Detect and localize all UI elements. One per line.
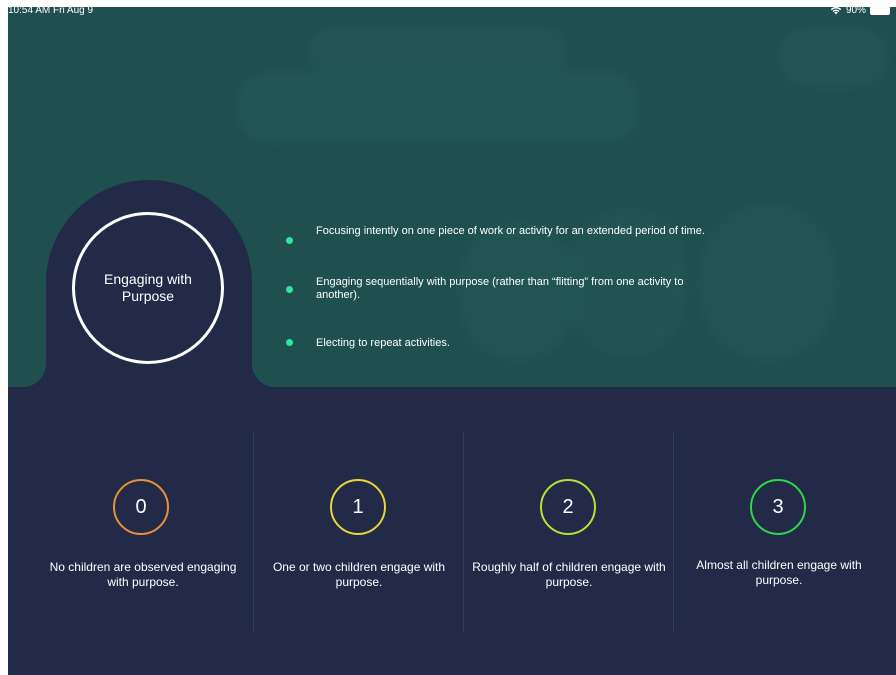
rating-score-circle[interactable]: 2: [540, 479, 596, 535]
rating-score-circle[interactable]: 3: [750, 479, 806, 535]
rating-description: Roughly half of children engage with pur…: [472, 560, 666, 589]
background-blur-shape: [778, 27, 888, 87]
rating-option-3[interactable]: 3 Almost all children engage with purpos…: [673, 432, 884, 632]
criteria-item: Engaging sequentially with purpose (rath…: [286, 276, 706, 302]
criteria-item: Electing to repeat activities.: [286, 337, 450, 350]
rating-description: Almost all children engage with purpose.: [696, 558, 862, 587]
bullet-icon: [286, 286, 293, 293]
tab-corner: [22, 363, 46, 387]
rating-scale: 0 No children are observed engaging with…: [8, 432, 896, 632]
background-blur-shape: [698, 202, 838, 362]
battery-percent: 90%: [845, 5, 866, 16]
rating-score: 3: [772, 495, 784, 518]
criteria-text: Focusing intently on one piece of work o…: [316, 225, 705, 237]
bullet-icon: [286, 339, 293, 346]
status-bar: 10:54 AM Fri Aug 9 90%: [0, 0, 896, 20]
rating-score: 0: [135, 495, 147, 518]
rating-score-circle[interactable]: 1: [330, 479, 386, 535]
criteria-text: Engaging sequentially with purpose (rath…: [316, 276, 684, 301]
rating-option-1[interactable]: 1 One or two children engage with purpos…: [253, 432, 464, 632]
background-blur-shape: [238, 72, 638, 142]
criteria-text: Electing to repeat activities.: [316, 337, 450, 349]
rating-score: 1: [352, 495, 364, 518]
tab-corner: [252, 363, 276, 387]
rating-option-0[interactable]: 0 No children are observed engaging with…: [38, 432, 248, 632]
status-time: 10:54 AM Fri Aug 9: [8, 5, 94, 16]
bullet-icon: [286, 237, 293, 244]
rating-option-2[interactable]: 2 Roughly half of children engage with p…: [463, 432, 674, 632]
wifi-icon: [830, 7, 842, 15]
battery-icon: [870, 6, 890, 15]
section-title: Engaging with Purpose: [104, 271, 192, 304]
background-blur-shape: [308, 27, 568, 77]
section-title-circle: Engaging with Purpose: [72, 212, 224, 364]
rating-score: 2: [562, 495, 574, 518]
criteria-item: Focusing intently on one piece of work o…: [286, 225, 705, 244]
rating-description: No children are observed engaging with p…: [49, 560, 237, 589]
rating-description: One or two children engage with purpose.: [272, 560, 446, 589]
status-indicators: 90%: [830, 5, 890, 16]
rating-score-circle[interactable]: 0: [113, 479, 169, 535]
